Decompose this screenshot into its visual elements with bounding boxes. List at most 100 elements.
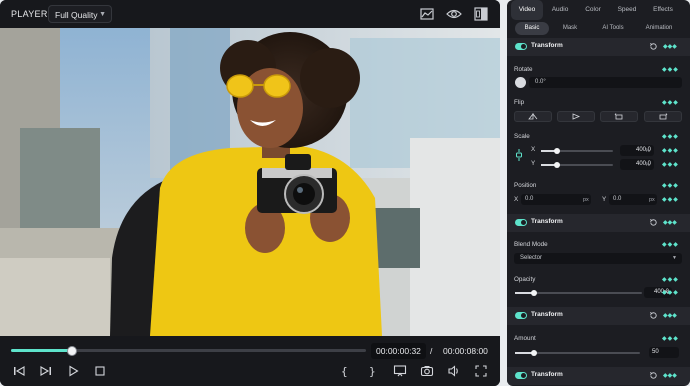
subtab-animation[interactable]: Animation bbox=[637, 22, 681, 35]
scale-y-label: Y bbox=[531, 160, 536, 167]
transform-section-header: Transform ◆◆◆ bbox=[507, 307, 690, 325]
timeline-progress bbox=[11, 349, 71, 352]
keyframe-icon[interactable]: ◆◆◆ bbox=[663, 372, 677, 379]
chevron-down-icon: ▼ bbox=[99, 11, 106, 18]
main-tabs: Video Audio Color Speed Effects bbox=[507, 0, 690, 20]
position-x-unit: px bbox=[583, 197, 589, 203]
playback-controls: 00:00:00:32 / 00:00:08:00 { } bbox=[0, 336, 500, 386]
tab-speed[interactable]: Speed bbox=[612, 0, 642, 20]
keyframe-icon[interactable]: ◆◆◆ bbox=[663, 219, 677, 226]
play-icon[interactable] bbox=[66, 364, 80, 378]
scale-x-label: X bbox=[531, 146, 536, 153]
opacity-value-keyframe-icon[interactable]: ◆◆◆ bbox=[662, 289, 679, 296]
preview-image bbox=[0, 28, 500, 336]
current-time: 00:00:00:32 bbox=[371, 343, 426, 359]
opacity-slider[interactable] bbox=[515, 290, 642, 296]
next-frame-icon[interactable] bbox=[39, 364, 53, 378]
position-keyframe-icon[interactable]: ◆◆◆ bbox=[662, 182, 679, 189]
transform-section-header: Transform ◆◆◆ bbox=[507, 367, 690, 385]
timeline-handle[interactable] bbox=[67, 346, 77, 356]
scale-x-keyframe-icon[interactable]: ◆◆◆ bbox=[662, 147, 679, 154]
fullscreen-icon[interactable] bbox=[474, 364, 488, 378]
scale-x-slider[interactable] bbox=[541, 148, 613, 154]
rotate-right-button[interactable] bbox=[644, 111, 682, 122]
link-icon[interactable] bbox=[514, 148, 524, 162]
compare-icon[interactable] bbox=[473, 6, 489, 22]
amount-label: Amount bbox=[514, 335, 536, 342]
flip-horizontal-button[interactable] bbox=[514, 111, 552, 122]
properties-panel: Video Audio Color Speed Effects Basic Ma… bbox=[507, 0, 690, 386]
scale-y-keyframe-icon[interactable]: ◆◆◆ bbox=[662, 161, 679, 168]
transform-toggle[interactable] bbox=[515, 372, 527, 379]
player-toolbar: PLAYER Full Quality ▼ bbox=[0, 0, 500, 28]
svg-text:}: } bbox=[369, 365, 376, 378]
time-separator: / bbox=[430, 346, 433, 356]
tab-audio[interactable]: Audio bbox=[545, 0, 575, 20]
position-label: Position bbox=[514, 182, 537, 189]
blend-mode-value: Selector bbox=[520, 255, 543, 261]
snapshot-icon[interactable] bbox=[420, 364, 434, 378]
section-title: Transform bbox=[531, 311, 563, 318]
transform-section-header: Transform ◆◆◆ bbox=[507, 38, 690, 56]
flip-horizontal-icon bbox=[528, 112, 538, 120]
subtab-basic[interactable]: Basic bbox=[515, 22, 549, 35]
transform-toggle[interactable] bbox=[515, 312, 527, 319]
position-y-label: Y bbox=[602, 196, 607, 203]
section-title: Transform bbox=[531, 218, 563, 225]
rotate-dial[interactable] bbox=[515, 77, 526, 88]
chevron-down-icon: ▼ bbox=[672, 255, 677, 261]
svg-text:{: { bbox=[341, 365, 348, 378]
section-title: Transform bbox=[531, 371, 563, 378]
reset-icon[interactable] bbox=[649, 371, 658, 380]
blend-mode-select[interactable]: Selector ▼ bbox=[514, 253, 682, 264]
tab-effects[interactable]: Effects bbox=[646, 0, 680, 20]
mark-in-icon[interactable]: { bbox=[338, 364, 352, 378]
scale-keyframe-icon[interactable]: ◆◆◆ bbox=[662, 133, 679, 140]
flip-keyframe-icon[interactable]: ◆◆◆ bbox=[662, 99, 679, 106]
transform-toggle[interactable] bbox=[515, 219, 527, 226]
blend-keyframe-icon[interactable]: ◆◆◆ bbox=[662, 241, 679, 248]
prev-frame-icon[interactable] bbox=[12, 364, 26, 378]
scale-label: Scale bbox=[514, 133, 530, 140]
opacity-keyframe-icon[interactable]: ◆◆◆ bbox=[662, 276, 679, 283]
sub-tabs: Basic Mask AI Tools Animation bbox=[513, 22, 684, 35]
stop-icon[interactable] bbox=[93, 364, 107, 378]
scale-y-slider[interactable] bbox=[541, 162, 613, 168]
eye-icon[interactable] bbox=[446, 6, 462, 22]
transform-section-header: Transform ◆◆◆ bbox=[507, 214, 690, 232]
volume-icon[interactable] bbox=[447, 364, 461, 378]
rotate-keyframe-icon[interactable]: ◆◆◆ bbox=[662, 66, 679, 73]
subtab-mask[interactable]: Mask bbox=[553, 22, 587, 35]
display-icon[interactable] bbox=[393, 364, 407, 378]
position-x-input[interactable]: 0.0 bbox=[521, 194, 591, 205]
keyframe-icon[interactable]: ◆◆◆ bbox=[663, 312, 677, 319]
quality-dropdown[interactable]: Full Quality ▼ bbox=[48, 5, 112, 23]
amount-input[interactable]: 50 bbox=[649, 347, 679, 358]
rotate-left-button[interactable] bbox=[600, 111, 638, 122]
rotate-input[interactable]: 0.0° bbox=[529, 77, 682, 88]
tab-video[interactable]: Video bbox=[511, 0, 543, 20]
keyframe-icon[interactable]: ◆◆◆ bbox=[663, 43, 677, 50]
reset-icon[interactable] bbox=[649, 311, 658, 320]
transform-toggle[interactable] bbox=[515, 43, 527, 50]
timeline-scrubber[interactable] bbox=[11, 346, 366, 356]
quality-value: Full Quality bbox=[55, 10, 98, 20]
subtab-ai-tools[interactable]: AI Tools bbox=[593, 22, 633, 35]
mark-out-icon[interactable]: } bbox=[366, 364, 380, 378]
position-x-value: 0.0 bbox=[525, 196, 534, 202]
chart-icon[interactable] bbox=[419, 6, 435, 22]
rotate-right-icon bbox=[659, 113, 668, 120]
total-time: 00:00:08:00 bbox=[443, 346, 488, 356]
position-value-keyframe-icon[interactable]: ◆◆◆ bbox=[662, 196, 679, 203]
position-y-value: 0.0 bbox=[613, 196, 622, 202]
flip-vertical-button[interactable] bbox=[557, 111, 595, 122]
scale-y-unit: % bbox=[645, 162, 650, 168]
amount-keyframe-icon[interactable]: ◆◆◆ bbox=[662, 335, 679, 342]
tab-color[interactable]: Color bbox=[578, 0, 608, 20]
amount-slider[interactable] bbox=[515, 350, 640, 356]
rotate-left-icon bbox=[614, 113, 623, 120]
player-panel: PLAYER Full Quality ▼ 00:00:00:32 / 00:0… bbox=[0, 0, 500, 386]
flip-label: Flip bbox=[514, 99, 525, 106]
reset-icon[interactable] bbox=[649, 42, 658, 51]
reset-icon[interactable] bbox=[649, 218, 658, 227]
